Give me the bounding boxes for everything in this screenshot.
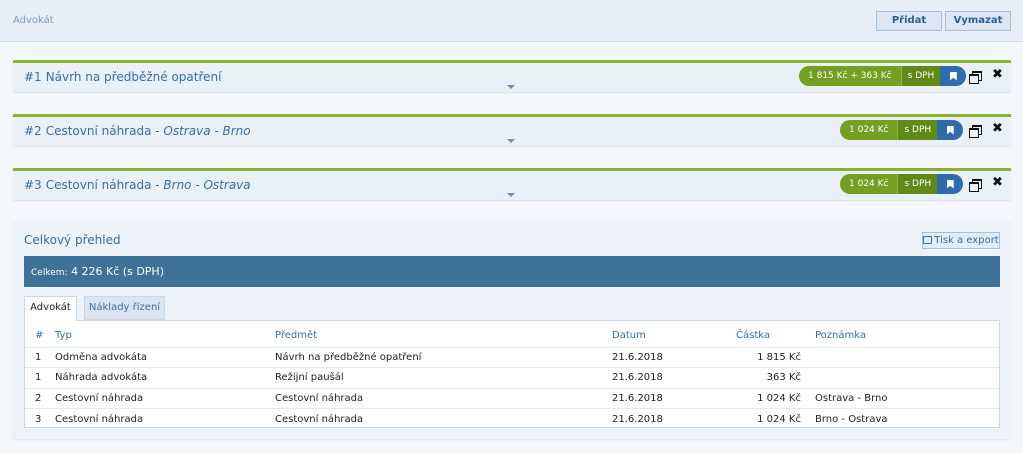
vat-label: s DPH [900, 66, 941, 86]
item-card-1[interactable]: #1 Návrh na předběžné opatření 1 815 Kč +… [13, 60, 1011, 92]
cell-date: 21.6.2018 [612, 367, 702, 388]
table-row: 2 Cestovní náhrada Cestovní náhrada 21.6… [25, 387, 999, 409]
item-card-2[interactable]: #2 Cestovní náhrada - Ostrava - Brno 1 02… [13, 114, 1011, 146]
cell-note: Ostrava - Brno [815, 387, 999, 409]
bookmark-icon [946, 125, 954, 135]
duplicate-icon[interactable] [969, 71, 982, 84]
cell-subject: Návrh na předběžné opatření [275, 346, 612, 368]
cell-type: Cestovní náhrada [55, 387, 275, 409]
cell-date: 21.6.2018 [612, 346, 702, 368]
cell-note [815, 367, 999, 388]
cell-note: Brno - Ostrava [815, 408, 999, 429]
duplicate-icon[interactable] [969, 125, 982, 138]
col-header-num: # [35, 330, 44, 342]
vat-label: s DPH [897, 174, 938, 194]
cell-amount: 1 024 Kč [702, 387, 815, 409]
table-row: 1 Odměna advokáta Návrh na předběžné opa… [25, 346, 999, 368]
item-title[interactable]: #1 Návrh na předběžné opatření [24, 70, 221, 84]
close-icon[interactable]: ✖ [992, 68, 1003, 82]
tab-advokat[interactable]: Advokát [24, 296, 77, 321]
close-icon[interactable]: ✖ [992, 176, 1003, 190]
col-header-date: Datum [612, 330, 646, 342]
vat-label: s DPH [897, 120, 938, 140]
col-header-type: Typ [55, 330, 72, 342]
table-header-row: # Typ Předmět Datum Částka Poznámka [25, 321, 999, 347]
cell-subject: Cestovní náhrada [275, 408, 612, 429]
expand-caret-icon[interactable] [507, 193, 515, 197]
cell-type: Náhrada advokáta [55, 367, 275, 388]
col-header-subject: Předmět [275, 330, 318, 342]
printer-icon [923, 236, 933, 244]
col-header-note: Poznámka [815, 330, 866, 342]
clear-button[interactable]: Vymazat [945, 11, 1011, 31]
amount-value: 1 815 Kč + 363 Kč [799, 66, 901, 86]
cell-num: 1 [25, 346, 55, 368]
bookmark-icon [949, 71, 957, 81]
summary-title: Celkový přehled [24, 233, 121, 247]
total-bar: Celkem: 4 226 Kč (s DPH) [24, 256, 1000, 287]
page-title: Advokát [13, 15, 54, 26]
item-title[interactable]: #2 Cestovní náhrada - Ostrava - Brno [24, 124, 251, 138]
bookmark-button[interactable] [940, 66, 967, 86]
cell-amount: 1 024 Kč [702, 408, 815, 429]
amount-pill: 1 815 Kč + 363 Kč s DPH [799, 66, 967, 86]
table-row: 1 Náhrada advokáta Režijní paušál 21.6.2… [25, 367, 999, 388]
cell-note [815, 346, 999, 368]
bookmark-button[interactable] [937, 120, 964, 140]
duplicate-icon[interactable] [969, 179, 982, 192]
cell-amount: 1 815 Kč [702, 346, 815, 368]
bookmark-icon [946, 179, 954, 189]
bookmark-button[interactable] [937, 174, 964, 194]
print-export-button[interactable]: Tisk a export [922, 232, 1000, 249]
cell-num: 1 [25, 367, 55, 388]
table-row: 3 Cestovní náhrada Cestovní náhrada 21.6… [25, 408, 999, 429]
cell-date: 21.6.2018 [612, 408, 702, 429]
cell-amount: 363 Kč [702, 367, 815, 388]
cell-type: Cestovní náhrada [55, 408, 275, 429]
total-value: 4 226 Kč (s DPH) [71, 265, 164, 278]
amount-value: 1 024 Kč [840, 174, 898, 194]
item-title[interactable]: #3 Cestovní náhrada - Brno - Ostrava [24, 178, 251, 192]
summary-panel: Celkový přehled Tisk a export Celkem: 4 … [13, 221, 1011, 439]
tab-naklady-rizeni[interactable]: Náklady řízení [84, 296, 165, 320]
cell-subject: Režijní paušál [275, 367, 612, 388]
amount-pill: 1 024 Kč s DPH [840, 174, 964, 194]
item-card-3[interactable]: #3 Cestovní náhrada - Brno - Ostrava 1 02… [13, 168, 1011, 200]
summary-table: # Typ Předmět Datum Částka Poznámka 1 Od… [24, 320, 1000, 429]
cell-num: 2 [25, 387, 55, 409]
expand-caret-icon[interactable] [507, 139, 515, 143]
top-bar: Advokát Přidat Vymazat [0, 0, 1023, 42]
cell-date: 21.6.2018 [612, 387, 702, 409]
cell-type: Odměna advokáta [55, 346, 275, 368]
amount-value: 1 024 Kč [840, 120, 898, 140]
amount-pill: 1 024 Kč s DPH [840, 120, 964, 140]
close-icon[interactable]: ✖ [992, 122, 1003, 136]
add-button[interactable]: Přidat [876, 11, 942, 31]
cell-subject: Cestovní náhrada [275, 387, 612, 409]
expand-caret-icon[interactable] [507, 85, 515, 89]
cell-num: 3 [25, 408, 55, 429]
total-label: Celkem: [31, 268, 68, 278]
col-header-amount: Částka [736, 330, 770, 342]
